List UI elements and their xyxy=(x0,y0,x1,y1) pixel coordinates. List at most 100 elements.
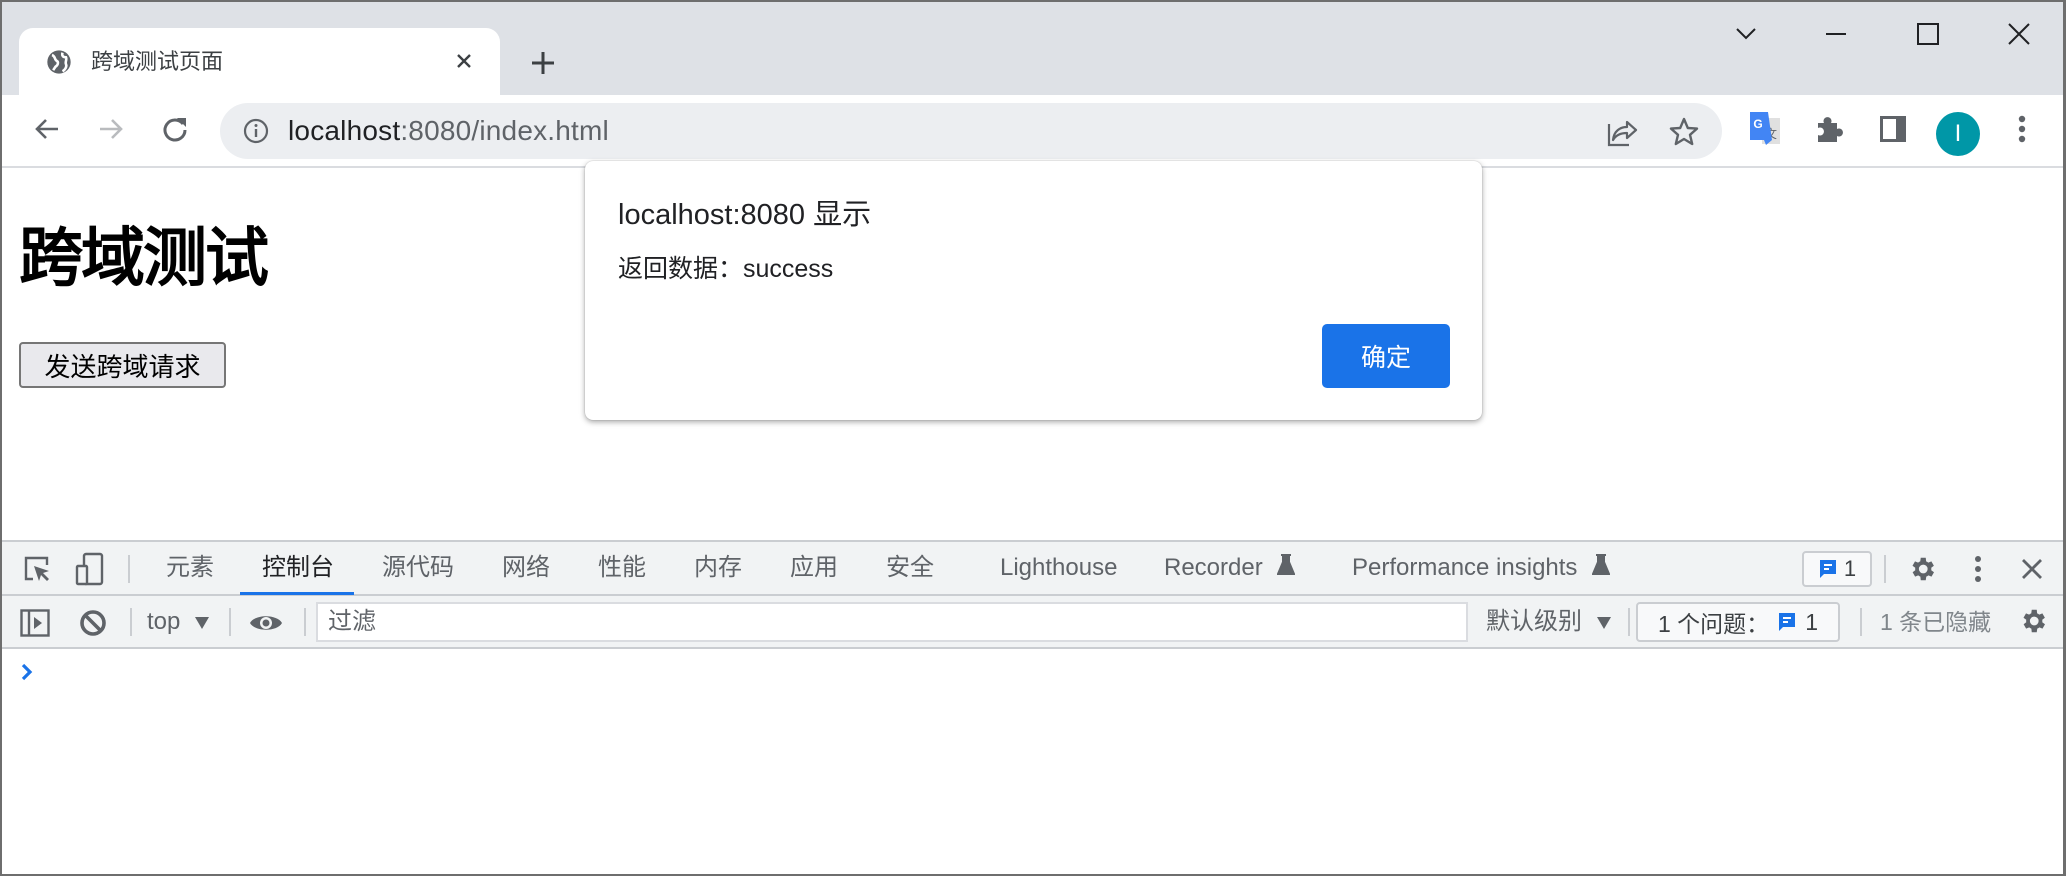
tab-performance-insights[interactable]: Performance insights xyxy=(1350,542,1612,594)
console-prompt[interactable] xyxy=(20,662,40,682)
console-issues-button[interactable]: 1 个问题： 1 xyxy=(1636,602,1840,642)
kebab-menu-icon xyxy=(1975,556,1981,582)
console-settings-button[interactable] xyxy=(2016,604,2050,638)
devtools-close-button[interactable] xyxy=(2015,552,2049,586)
show-sidebar-button[interactable] xyxy=(18,606,52,640)
extensions-button[interactable] xyxy=(1809,109,1849,149)
tab-memory[interactable]: 内存 xyxy=(692,542,744,594)
browser-toolbar: localhost:8080/index.html 文G I xyxy=(2,95,2063,168)
divider xyxy=(304,608,306,636)
profile-avatar[interactable]: I xyxy=(1936,112,1980,156)
bookmark-star-icon[interactable] xyxy=(1667,115,1701,149)
hidden-messages-count: 1 条已隐藏 xyxy=(1880,609,1992,635)
url-text[interactable]: localhost:8080/index.html xyxy=(288,115,609,147)
close-tab-icon[interactable] xyxy=(449,46,479,76)
side-panel-button[interactable] xyxy=(1873,109,1913,149)
divider xyxy=(130,608,132,636)
sidebar-toggle-icon xyxy=(20,609,50,637)
dialog-ok-button[interactable]: 确定 xyxy=(1322,324,1450,388)
close-icon xyxy=(2022,559,2042,579)
google-translate-button[interactable]: 文G xyxy=(1745,109,1785,149)
issues-count: 1 xyxy=(1805,608,1818,635)
gear-icon xyxy=(1912,557,1934,581)
block-clear-icon xyxy=(80,610,106,636)
divider xyxy=(1860,608,1862,636)
devtools-settings-button[interactable] xyxy=(1905,552,1939,586)
clear-console-button[interactable] xyxy=(76,606,110,640)
forward-arrow-icon xyxy=(100,119,123,139)
divider xyxy=(1884,555,1886,583)
tab-console[interactable]: 控制台 xyxy=(240,542,354,595)
plus-icon xyxy=(532,52,554,74)
device-mobile-icon xyxy=(75,552,104,586)
dropdown-triangle-icon xyxy=(195,617,210,629)
info-icon[interactable] xyxy=(242,117,270,145)
dropdown-triangle-icon xyxy=(1596,617,1611,629)
browser-menu-button[interactable] xyxy=(2002,109,2042,149)
url-path: :8080/index.html xyxy=(400,115,609,146)
log-levels-dropdown[interactable]: 默认级别 xyxy=(1486,606,1611,638)
divider xyxy=(128,555,130,583)
maximize-icon xyxy=(1917,23,1939,45)
minimize-button[interactable] xyxy=(1816,16,1856,52)
kebab-menu-icon xyxy=(2018,115,2026,143)
back-button[interactable] xyxy=(27,109,67,149)
browser-tab[interactable]: 跨域测试页面 xyxy=(19,28,500,96)
tab-recorder-label: Recorder xyxy=(1164,554,1263,581)
dialog-title: localhost:8080 显示 xyxy=(618,199,872,231)
issues-label: 1 个问题： xyxy=(1658,611,1770,637)
tab-security[interactable]: 安全 xyxy=(884,542,936,594)
tab-application[interactable]: 应用 xyxy=(788,542,840,594)
inspect-element-button[interactable] xyxy=(20,552,54,586)
devtools-tab-bar: 元素 控制台 源代码 网络 性能 内存 应用 安全 Lighthouse Rec… xyxy=(2,542,2063,596)
divider xyxy=(229,608,231,636)
globe-icon xyxy=(45,48,73,76)
maximize-button[interactable] xyxy=(1908,16,1948,52)
dialog-message: 返回数据：success xyxy=(618,255,834,283)
browser-window: 跨域测试页面 localhost:8080/index.html G I 跨域测… xyxy=(0,0,2066,876)
minimize-icon xyxy=(1826,33,1846,35)
address-bar[interactable]: localhost:8080/index.html xyxy=(220,103,1722,159)
devtools-panel: 元素 控制台 源代码 网络 性能 内存 应用 安全 Lighthouse Rec… xyxy=(2,540,2063,874)
url-host: localhost xyxy=(288,115,401,146)
tab-lighthouse[interactable]: Lighthouse xyxy=(998,542,1119,594)
reload-button[interactable] xyxy=(155,109,195,149)
back-arrow-icon xyxy=(35,119,58,139)
svg-text:G: G xyxy=(1753,117,1762,131)
live-expression-button[interactable] xyxy=(249,606,283,640)
tab-strip: 跨域测试页面 xyxy=(2,2,2063,96)
tab-search-button[interactable] xyxy=(1726,16,1766,52)
puzzle-extensions-icon xyxy=(1818,117,1843,142)
tab-performance[interactable]: 性能 xyxy=(596,542,648,594)
alert-dialog: localhost:8080 显示 返回数据：success 确定 xyxy=(585,161,1482,420)
gear-icon xyxy=(2023,609,2045,633)
tab-sources[interactable]: 源代码 xyxy=(380,542,456,594)
eye-icon xyxy=(250,616,282,630)
forward-button[interactable] xyxy=(91,109,131,149)
tab-recorder[interactable]: Recorder xyxy=(1162,542,1297,594)
context-value: top xyxy=(147,608,181,635)
chevron-right-prompt-icon xyxy=(21,663,33,681)
console-filter-input[interactable]: 过滤 xyxy=(316,602,1468,642)
context-selector[interactable]: top xyxy=(147,606,210,638)
send-cors-request-button[interactable]: 发送跨域请求 xyxy=(19,342,226,388)
log-levels-value: 默认级别 xyxy=(1486,608,1582,635)
message-issue-icon xyxy=(1779,613,1796,631)
issues-badge-button[interactable]: 1 xyxy=(1802,551,1872,587)
share-icon[interactable] xyxy=(1605,115,1639,149)
side-panel-icon xyxy=(1880,116,1906,142)
flask-experimental-icon xyxy=(1591,554,1611,575)
tab-elements[interactable]: 元素 xyxy=(164,542,216,594)
device-toolbar-button[interactable] xyxy=(73,552,107,586)
message-issue-icon xyxy=(1819,560,1836,578)
page-heading: 跨域测试 xyxy=(19,222,269,296)
tab-performance-insights-label: Performance insights xyxy=(1352,554,1578,581)
tab-network[interactable]: 网络 xyxy=(500,542,552,594)
tab-title: 跨域测试页面 xyxy=(91,49,224,74)
reload-icon xyxy=(163,118,187,142)
devtools-more-button[interactable] xyxy=(1961,552,1995,586)
new-tab-button[interactable] xyxy=(526,46,560,80)
close-window-button[interactable] xyxy=(1999,16,2039,52)
google-translate-icon: 文G xyxy=(1750,112,1780,145)
close-icon xyxy=(2008,23,2030,45)
